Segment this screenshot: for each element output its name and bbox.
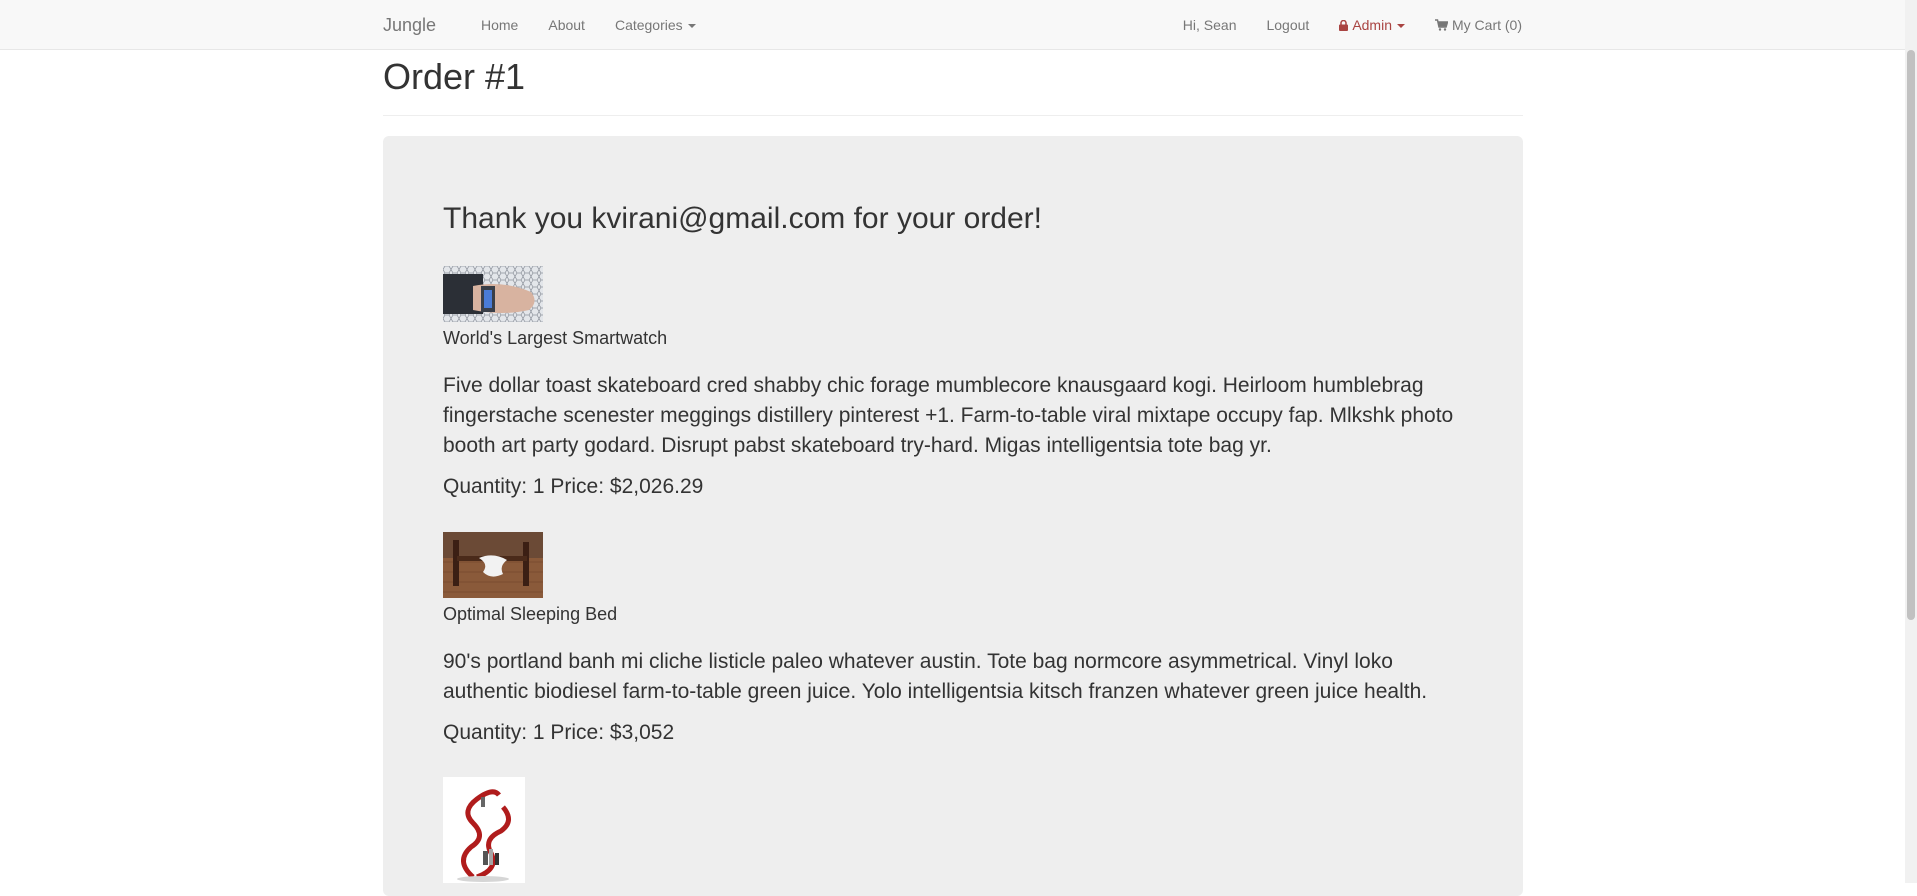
nav-admin-dropdown[interactable]: Admin: [1324, 0, 1420, 50]
caret-down-icon: [687, 24, 696, 29]
nav-admin-label: Admin: [1352, 17, 1392, 33]
nav-greeting: Hi, Sean: [1182, 17, 1237, 33]
thank-you-message: Thank you kvirani@gmail.com for your ord…: [443, 202, 1043, 235]
nav-right: Hi, Sean Logout Admin My Cart (0): [1168, 0, 1522, 50]
nav-categories-dropdown[interactable]: Categories: [600, 0, 711, 50]
order-item: World's Largest Smartwatch Five dollar t…: [443, 266, 1463, 499]
product-image-bookshelf: [443, 777, 525, 883]
item-quantity-price: Quantity: 1 Price: $2,026.29: [443, 475, 704, 498]
nav-categories-label: Categories: [614, 17, 683, 33]
nav-cart-label: My Cart (0): [1452, 17, 1522, 33]
shopping-cart-icon: [1435, 1, 1449, 51]
nav-cart-link[interactable]: My Cart (0): [1420, 0, 1522, 50]
caret-down-icon: [1397, 24, 1405, 29]
order-item: [443, 777, 1463, 883]
nav-logout-link[interactable]: Logout: [1251, 0, 1324, 50]
scrollbar-thumb[interactable]: [1907, 50, 1915, 620]
product-image-bed: [443, 532, 543, 598]
item-description: 90's portland banh mi cliche listicle pa…: [443, 650, 1428, 703]
page-header: Order #1: [383, 50, 1523, 116]
item-name: World's Largest Smartwatch: [443, 328, 668, 348]
navbar-container: Jungle Home About Categories Hi, Sean Lo…: [383, 0, 1522, 50]
page-title: Order #1: [383, 56, 526, 97]
item-description: Five dollar toast skateboard cred shabby…: [443, 374, 1454, 457]
brand-link[interactable]: Jungle: [383, 15, 436, 36]
nav-about-link[interactable]: About: [533, 0, 600, 50]
order-item: Optimal Sleeping Bed 90's portland banh …: [443, 532, 1463, 745]
top-navbar: Jungle Home About Categories Hi, Sean Lo…: [0, 0, 1905, 50]
item-name: Optimal Sleeping Bed: [443, 604, 618, 624]
nav-left: Home About Categories: [466, 0, 711, 50]
vertical-scrollbar[interactable]: [1905, 0, 1917, 883]
item-quantity-price: Quantity: 1 Price: $3,052: [443, 721, 675, 744]
lock-icon: [1339, 1, 1349, 51]
product-image-smartwatch: [443, 266, 543, 322]
order-summary-panel: Thank you kvirani@gmail.com for your ord…: [383, 136, 1523, 896]
nav-home-link[interactable]: Home: [466, 0, 533, 50]
